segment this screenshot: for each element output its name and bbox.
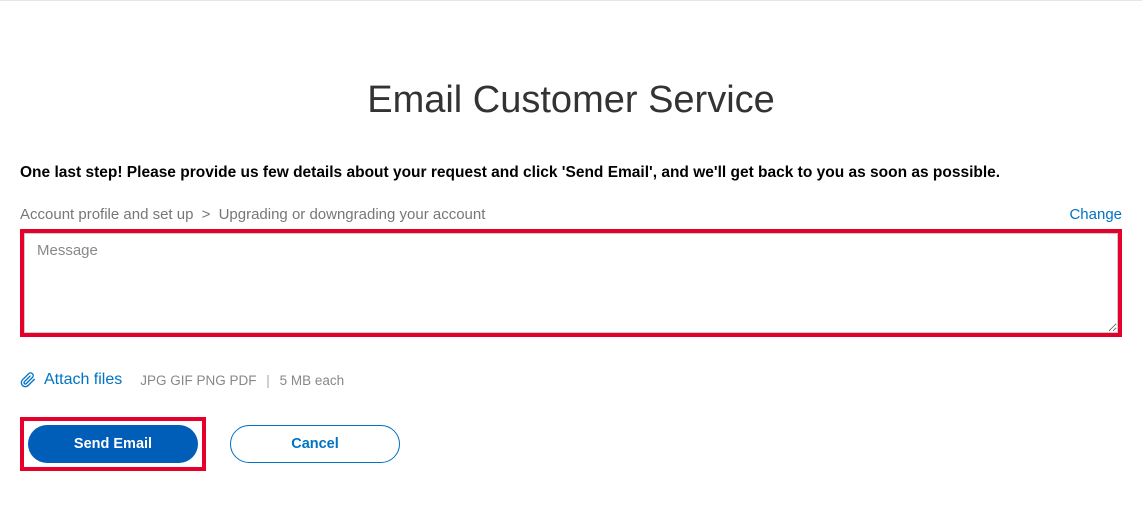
paperclip-icon — [20, 372, 36, 388]
attach-formats: JPG GIF PNG PDF — [140, 373, 256, 388]
attach-files-link[interactable]: Attach files — [44, 371, 122, 389]
send-highlight-box: Send Email — [20, 417, 206, 471]
message-textarea[interactable] — [24, 233, 1118, 333]
breadcrumb-row: Account profile and set up > Upgrading o… — [20, 206, 1122, 223]
attach-hint: JPG GIF PNG PDF | 5 MB each — [140, 373, 344, 388]
breadcrumb-separator: > — [202, 206, 211, 223]
instruction-text: One last step! Please provide us few det… — [20, 164, 1122, 182]
attach-row: Attach files JPG GIF PNG PDF | 5 MB each — [20, 371, 1122, 389]
breadcrumb: Account profile and set up > Upgrading o… — [20, 206, 485, 223]
cancel-button[interactable]: Cancel — [230, 425, 400, 463]
breadcrumb-level2: Upgrading or downgrading your account — [219, 206, 486, 223]
message-highlight-box — [20, 229, 1122, 337]
change-link[interactable]: Change — [1069, 206, 1122, 223]
attach-divider: | — [266, 373, 270, 388]
button-row: Send Email Cancel — [20, 417, 1122, 471]
send-email-button[interactable]: Send Email — [28, 425, 198, 463]
attach-size-hint: 5 MB each — [280, 373, 345, 388]
breadcrumb-level1: Account profile and set up — [20, 206, 193, 223]
page-title: Email Customer Service — [20, 79, 1122, 122]
